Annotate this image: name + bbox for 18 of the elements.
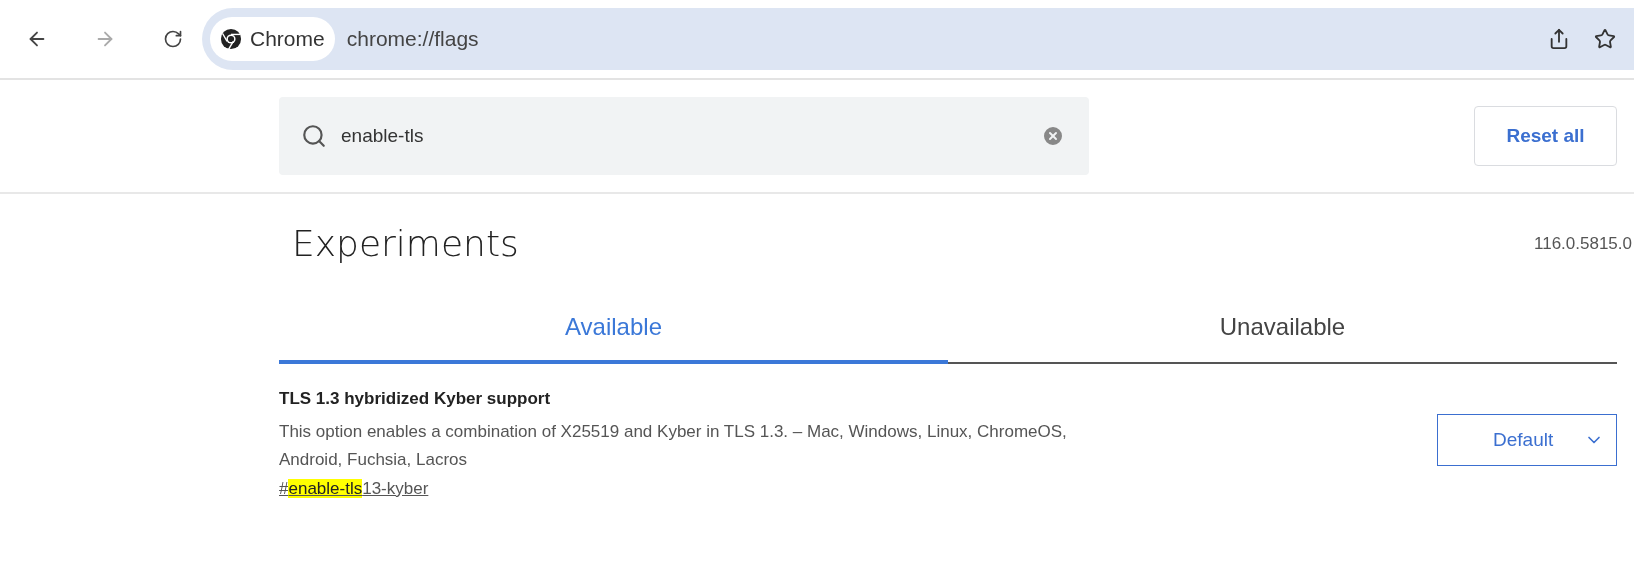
share-icon[interactable] bbox=[1548, 28, 1570, 50]
search-field[interactable]: enable-tls bbox=[279, 97, 1089, 175]
address-bar[interactable]: Chrome chrome://flags bbox=[202, 8, 1634, 70]
flag-select[interactable]: Default bbox=[1437, 414, 1617, 466]
chrome-logo-icon bbox=[220, 28, 242, 50]
page-title: Experiments bbox=[292, 222, 519, 266]
flag-link[interactable]: #enable-tls13-kyber bbox=[279, 475, 429, 501]
url-text: chrome://flags bbox=[346, 26, 479, 53]
flag-title: TLS 1.3 hybridized Kyber support bbox=[279, 388, 552, 410]
search-icon bbox=[301, 123, 327, 149]
flag-description: This option enables a combination of X25519 and Kyber in TLS 1.3. – Mac, Windows, Linux, ChromeOS, Android, Fuchsia, Lacros bbox=[279, 420, 1068, 471]
tab[interactable]: Unavailable bbox=[948, 294, 1617, 364]
version-text: 116.0.5815.0 bbox=[1534, 233, 1633, 256]
bookmark-star-icon[interactable] bbox=[1594, 28, 1616, 50]
site-chip[interactable]: Chrome bbox=[210, 17, 335, 61]
reset-all-button[interactable]: Reset all bbox=[1474, 106, 1617, 166]
reload-icon bbox=[163, 29, 183, 49]
tab[interactable]: Available bbox=[279, 294, 948, 364]
